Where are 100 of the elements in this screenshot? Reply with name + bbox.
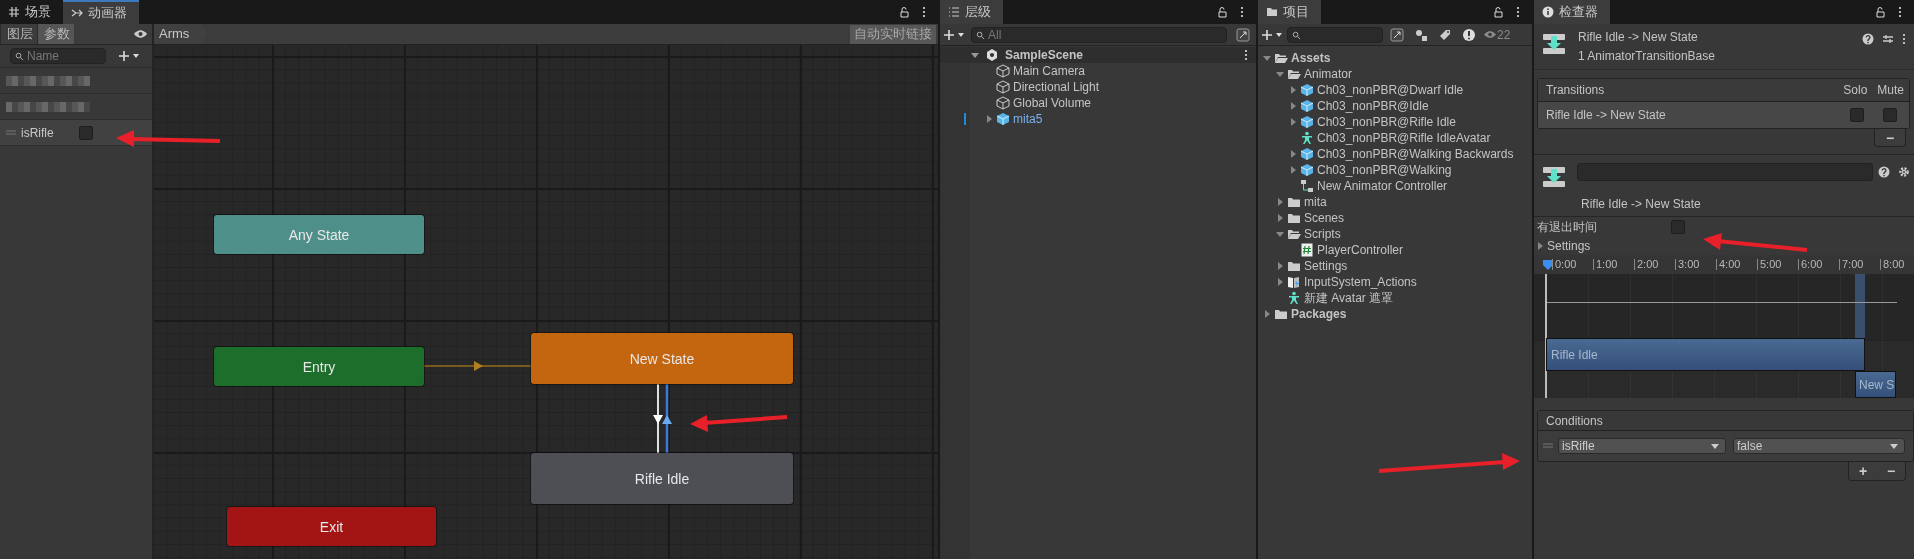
parameter-dropdown[interactable]: isRifle bbox=[1558, 438, 1726, 454]
expand-window-icon[interactable] bbox=[1387, 27, 1407, 42]
expand-arrow[interactable] bbox=[1275, 261, 1285, 271]
transition-arrow[interactable] bbox=[653, 383, 663, 454]
panel-tab[interactable]: 动画器 bbox=[63, 0, 139, 24]
tick-label: 4:00 bbox=[1716, 259, 1757, 270]
tree-item[interactable]: Ch03_nonPBR@Rifle IdleAvatar bbox=[1317, 131, 1491, 145]
settings-icon[interactable] bbox=[1898, 166, 1910, 178]
tree-item[interactable]: Settings bbox=[1304, 259, 1348, 273]
tree-item[interactable]: New Animator Controller bbox=[1317, 179, 1448, 193]
tree-item[interactable]: Global Volume bbox=[1013, 96, 1092, 110]
folder-icon bbox=[1266, 6, 1278, 18]
column-header: Transitions bbox=[1546, 83, 1605, 97]
column-header: Solo bbox=[1843, 83, 1868, 97]
marker-icon[interactable] bbox=[1542, 258, 1554, 271]
lock-icon[interactable] bbox=[898, 6, 910, 18]
figure-icon bbox=[1287, 291, 1301, 305]
tree-item[interactable]: Assets bbox=[1291, 51, 1331, 65]
add-dropdown-icon[interactable] bbox=[118, 50, 140, 62]
state-node[interactable]: Entry bbox=[214, 347, 424, 386]
expand-arrow[interactable] bbox=[1535, 241, 1545, 251]
add-dropdown-icon[interactable] bbox=[1261, 28, 1283, 41]
open-folder-icon bbox=[1274, 51, 1288, 65]
add-dropdown-icon[interactable] bbox=[943, 28, 965, 41]
transition-icon bbox=[1542, 32, 1566, 56]
cube-icon bbox=[1300, 163, 1314, 177]
tree-item[interactable]: Scenes bbox=[1304, 211, 1345, 225]
lock-icon[interactable] bbox=[1874, 6, 1886, 18]
sidebar-tab[interactable]: 参数 bbox=[37, 24, 74, 44]
expand-arrow[interactable] bbox=[1288, 85, 1298, 95]
hidden-count: 22 bbox=[1497, 27, 1511, 42]
cube-icon bbox=[996, 64, 1010, 78]
search-field[interactable] bbox=[1287, 26, 1383, 43]
transition-arrow[interactable] bbox=[662, 384, 672, 453]
expand-arrow[interactable] bbox=[1262, 309, 1272, 319]
tree-item[interactable]: Directional Light bbox=[1013, 80, 1100, 94]
tree-item[interactable]: Animator bbox=[1304, 67, 1353, 81]
search-icon bbox=[15, 52, 24, 61]
panel-tab[interactable]: 场景 bbox=[0, 0, 63, 24]
tick-label: 1:00 bbox=[1593, 259, 1634, 270]
remove-button[interactable]: − bbox=[1874, 129, 1906, 147]
tree-item[interactable]: Scripts bbox=[1304, 227, 1341, 241]
expand-arrow[interactable] bbox=[970, 50, 980, 60]
lock-icon[interactable] bbox=[1492, 6, 1504, 18]
expand-arrow[interactable] bbox=[1288, 149, 1298, 159]
panel-tab[interactable]: 项目 bbox=[1258, 0, 1321, 24]
expand-arrow[interactable] bbox=[1275, 197, 1285, 207]
checkbox[interactable] bbox=[79, 125, 93, 140]
expand-arrow[interactable] bbox=[1262, 53, 1272, 63]
tree-item[interactable]: 新建 Avatar 遮罩 bbox=[1304, 289, 1394, 307]
caret-icon bbox=[1890, 443, 1898, 449]
tree-item[interactable]: Ch03_nonPBR@Walking bbox=[1317, 163, 1452, 177]
expand-arrow[interactable] bbox=[1288, 101, 1298, 111]
tree-item[interactable]: mita5 bbox=[1013, 112, 1043, 126]
solo-checkbox[interactable] bbox=[1850, 108, 1864, 122]
tree-item[interactable]: PlayerController bbox=[1317, 243, 1404, 257]
field-label: 有退出时间 bbox=[1537, 218, 1598, 236]
tree-item[interactable]: Ch03_nonPBR@Walking Backwards bbox=[1317, 147, 1514, 161]
breadcrumb[interactable]: Arms bbox=[154, 24, 208, 44]
search-field[interactable]: All bbox=[971, 26, 1227, 43]
expand-window-icon[interactable] bbox=[1233, 27, 1253, 42]
state-node[interactable]: Rifle Idle bbox=[531, 453, 793, 504]
value-dropdown[interactable]: false bbox=[1733, 438, 1905, 454]
panel-tab[interactable]: 层级 bbox=[940, 0, 1003, 24]
sliders-icon[interactable] bbox=[1882, 33, 1894, 45]
tree-item[interactable]: Ch03_nonPBR@Rifle Idle bbox=[1317, 115, 1456, 129]
expand-arrow[interactable] bbox=[1275, 69, 1285, 79]
settings-foldout[interactable]: Settings bbox=[1534, 237, 1914, 255]
lock-icon[interactable] bbox=[1216, 6, 1228, 18]
tick-label: 6:00 bbox=[1798, 259, 1839, 270]
controller-icon bbox=[1300, 179, 1314, 193]
drag-handle-icon[interactable] bbox=[6, 129, 16, 136]
help-icon[interactable] bbox=[1878, 166, 1890, 178]
cube-icon bbox=[996, 112, 1010, 126]
tick-label: 8:00 bbox=[1880, 259, 1914, 270]
drag-handle-icon[interactable] bbox=[1543, 443, 1553, 449]
tree-item[interactable]: Main Camera bbox=[1013, 64, 1086, 78]
mute-checkbox[interactable] bbox=[1883, 108, 1897, 122]
tree-item[interactable]: Ch03_nonPBR@Idle bbox=[1317, 99, 1429, 113]
panel-tab[interactable]: 检查器 bbox=[1534, 0, 1610, 24]
eye-icon[interactable] bbox=[133, 29, 148, 39]
tree-item[interactable]: mita bbox=[1304, 195, 1327, 209]
expand-arrow[interactable] bbox=[1288, 165, 1298, 175]
search-icon bbox=[1292, 30, 1301, 40]
expand-arrow[interactable] bbox=[984, 114, 994, 124]
state-node[interactable]: Exit bbox=[227, 507, 436, 546]
help-icon[interactable] bbox=[1862, 33, 1874, 45]
expand-arrow[interactable] bbox=[1275, 213, 1285, 223]
tree-item[interactable]: Packages bbox=[1291, 307, 1347, 321]
transition-name[interactable]: Rifle Idle -> New State bbox=[1546, 108, 1666, 122]
expand-arrow[interactable] bbox=[1275, 277, 1285, 287]
expand-arrow[interactable] bbox=[1288, 117, 1298, 127]
search-field[interactable]: Name bbox=[10, 48, 106, 64]
eye-icon[interactable] bbox=[1483, 30, 1497, 39]
transition-band bbox=[1855, 274, 1865, 340]
tree-item[interactable]: Ch03_nonPBR@Dwarf Idle bbox=[1317, 83, 1464, 97]
kebab-menu-icon[interactable] bbox=[1902, 33, 1906, 45]
checkbox[interactable] bbox=[1671, 220, 1685, 234]
tree-item[interactable]: InputSystem_Actions bbox=[1304, 275, 1417, 289]
expand-arrow[interactable] bbox=[1275, 229, 1285, 239]
